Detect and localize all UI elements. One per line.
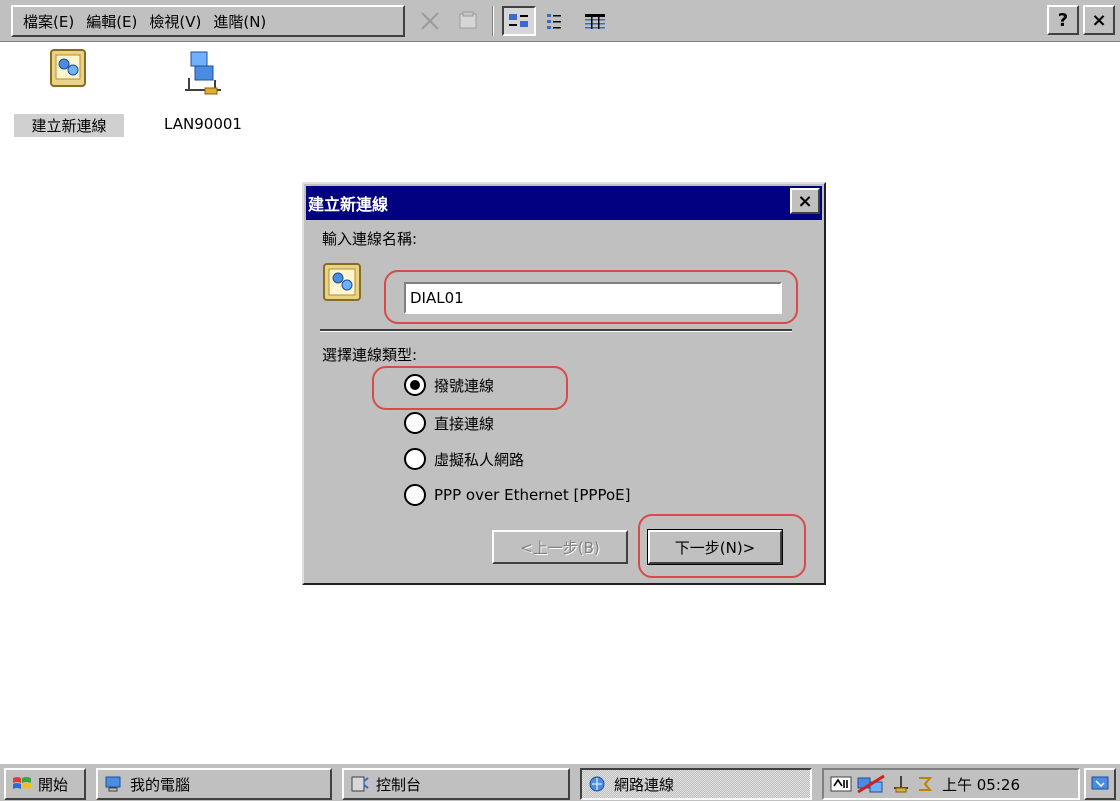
list-view-icon (547, 14, 561, 29)
connection-type-icon (323, 263, 361, 301)
menu-file[interactable]: 檔案(E) (23, 11, 84, 32)
taskbar-network-connections[interactable]: 網路連線 (580, 768, 812, 800)
make-new-connection-item[interactable]: 建立新連線 (14, 48, 124, 137)
control-panel-icon (351, 776, 369, 792)
pppoe-label: PPP over Ethernet [PPPoE] (434, 486, 631, 504)
menu-edit[interactable]: 編輯(E) (84, 11, 147, 32)
vpn-label: 虛擬私人網路 (434, 450, 525, 469)
properties-button[interactable] (451, 6, 485, 36)
vpn-radio[interactable] (404, 448, 426, 470)
network-connections-label: 網路連線 (614, 775, 675, 794)
option-dial-up[interactable]: 撥號連線 (404, 374, 494, 396)
option-direct[interactable]: 直接連線 (404, 412, 494, 434)
menu-view[interactable]: 檢視(V) (147, 11, 211, 32)
dialog-close-button[interactable]: × (790, 188, 820, 214)
show-desktop-button[interactable] (1084, 768, 1116, 800)
make-new-connection-icon (50, 49, 86, 87)
lan-connection-item[interactable]: LAN90001 (148, 48, 258, 134)
dialog-divider (320, 329, 792, 332)
details-view-button[interactable] (578, 6, 612, 36)
dial-up-label: 撥號連線 (434, 376, 495, 395)
my-computer-label: 我的電腦 (130, 775, 191, 794)
back-button[interactable]: <上一步(B) (492, 530, 628, 564)
toolbar-separator (492, 6, 494, 36)
taskbar: 開始 我的電腦 控制台 網路連線 上午 05:26 (0, 762, 1120, 801)
menu-bar: 檔案(E) 編輯(E) 檢視(V) 進階(N) (11, 5, 405, 37)
menu-advanced[interactable]: 進階(N) (211, 11, 276, 32)
direct-label: 直接連線 (434, 414, 495, 433)
input-method-icon[interactable] (830, 774, 852, 794)
next-button[interactable]: 下一步(N)> (647, 529, 783, 565)
start-label: 開始 (38, 775, 69, 794)
network-status-icon[interactable] (856, 774, 886, 794)
lan-connection-icon (185, 51, 221, 95)
dialog-title-bar[interactable]: 建立新連線 (306, 186, 822, 220)
dialog-title: 建立新連線 (308, 195, 389, 214)
help-button[interactable]: ? (1047, 5, 1079, 35)
taskbar-control-panel[interactable]: 控制台 (342, 768, 570, 800)
usb-connection-icon[interactable] (890, 774, 912, 794)
connection-type-label: 選擇連線類型: (322, 346, 418, 364)
control-panel-label: 控制台 (376, 775, 422, 794)
connection-name-input[interactable] (404, 282, 782, 314)
option-vpn[interactable]: 虛擬私人網路 (404, 448, 524, 470)
close-window-button[interactable]: × (1083, 5, 1115, 35)
delete-icon (421, 12, 439, 30)
make-new-connection-label: 建立新連線 (14, 114, 124, 137)
dial-up-radio[interactable] (404, 374, 426, 396)
pppoe-radio[interactable] (404, 484, 426, 506)
lan-connection-label: LAN90001 (164, 115, 242, 133)
details-view-icon (585, 14, 605, 29)
connection-name-label: 輸入連線名稱: (322, 230, 418, 248)
network-connections-icon (589, 776, 605, 792)
large-icons-icon (509, 14, 528, 27)
desktop-icon (1091, 776, 1109, 790)
direct-radio[interactable] (404, 412, 426, 434)
command-bar: 檔案(E) 編輯(E) 檢視(V) 進階(N) ? × (0, 0, 1120, 42)
windows-logo-icon (13, 777, 31, 789)
clock[interactable]: 上午 05:26 (942, 774, 1020, 795)
start-button[interactable]: 開始 (4, 768, 86, 800)
properties-icon (459, 11, 477, 29)
taskbar-my-computer[interactable]: 我的電腦 (96, 768, 332, 800)
make-new-connection-dialog: 建立新連線 × 輸入連線名稱: 選擇連線類型: 撥號連線 直接連線 虛擬私人網路… (302, 182, 826, 585)
large-icons-view-button[interactable] (502, 6, 536, 36)
sync-icon[interactable] (916, 774, 934, 794)
list-view-button[interactable] (540, 6, 574, 36)
delete-button[interactable] (413, 6, 447, 36)
system-tray: 上午 05:26 (822, 768, 1080, 800)
my-computer-icon (105, 776, 121, 792)
option-pppoe[interactable]: PPP over Ethernet [PPPoE] (404, 484, 630, 506)
